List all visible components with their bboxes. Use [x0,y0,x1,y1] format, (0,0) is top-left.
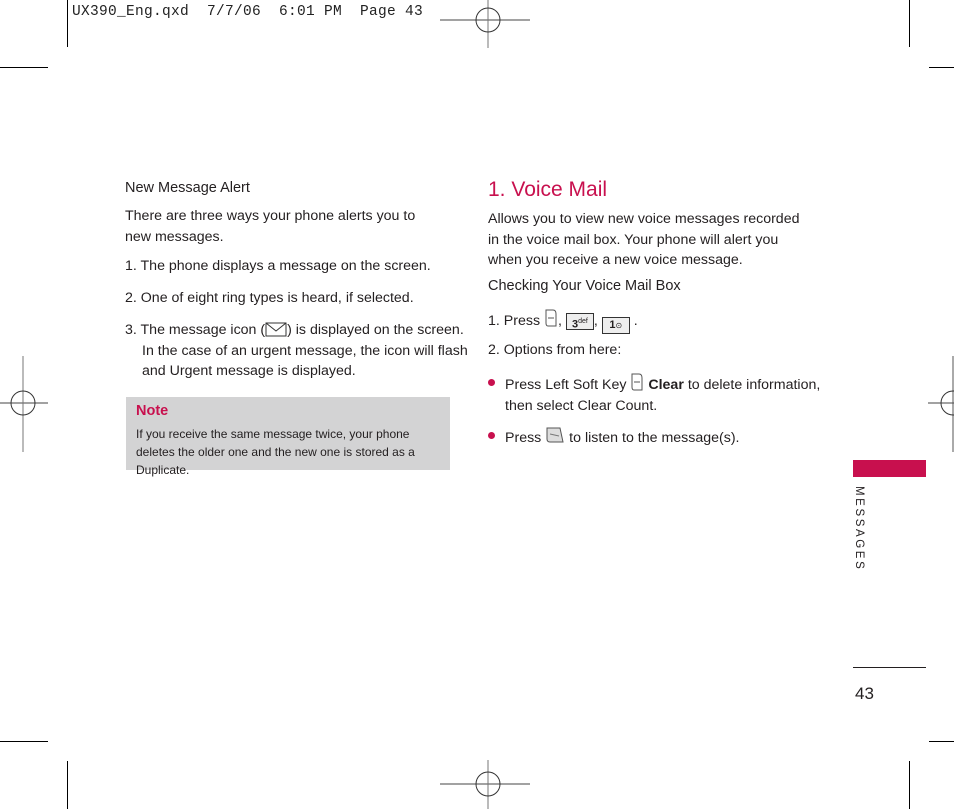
voice-mail-intro: Allows you to view new voice messages re… [488,211,800,268]
page-number: 43 [855,684,874,703]
crop-mark [909,0,910,47]
new-message-alert-intro: There are three ways your phone alerts y… [125,208,416,245]
crop-mark [929,67,954,68]
option-bullet-clear: Press Left Soft Key Clear to delete info… [488,372,823,416]
voice-mail-step-2: 2. Options from here: [488,342,622,358]
bullet-2-after: to listen to the message(s). [569,430,740,446]
crop-mark [929,741,954,742]
alert-item-2: 2. One of eight ring types is heard, if … [125,290,414,306]
bullet-1-before: Press Left Soft Key [505,377,627,393]
left-soft-key-icon [545,309,557,327]
page-number-rule [853,667,926,668]
bullet-dot-icon [488,379,495,386]
voice-mail-title: 1. Voice Mail [488,178,608,201]
new-message-alert-heading: New Message Alert [125,180,250,196]
crop-mark [67,761,68,809]
step-1-label: 1. Press [488,313,541,329]
alert-item-1: 1. The phone displays a message on the s… [125,258,431,274]
registration-mark-top [440,0,530,48]
send-key-icon [546,427,564,443]
note-box: Note If you receive the same message twi… [126,397,450,477]
crop-mark [67,0,68,47]
alert-item-3: 3. The message icon () is displayed on t… [125,320,472,382]
key-1-voicemail-icon: 1⊙ [601,317,630,334]
bullet-dot-icon [488,432,495,439]
option-bullet-listen: Press to listen to the message(s). [488,425,823,449]
envelope-icon [265,322,287,337]
section-label: MESSAGES [853,486,865,572]
key-3-def-icon: 3def [565,313,594,331]
voice-mail-step-1: 1. Press , 3def, 1⊙ . [488,308,823,334]
clear-label: Clear [648,377,684,393]
registration-mark-bottom [440,760,530,809]
crop-mark [0,741,48,742]
registration-mark-left [0,356,48,452]
note-text: If you receive the same message twice, y… [136,427,415,477]
checking-voice-mail-heading: Checking Your Voice Mail Box [488,278,681,294]
key-3-letters: def [578,318,588,326]
bullet-2-before: Press [505,430,542,446]
registration-mark-right [928,356,954,452]
note-title: Note [136,403,169,419]
printer-slug: UX390_Eng.qxd 7/7/06 6:01 PM Page 43 [72,4,424,20]
crop-mark [0,67,48,68]
alert-item-3-before: 3. The message icon ( [125,322,266,338]
left-soft-key-icon [631,373,643,391]
section-tab-bar [853,460,926,477]
crop-mark [909,761,910,809]
